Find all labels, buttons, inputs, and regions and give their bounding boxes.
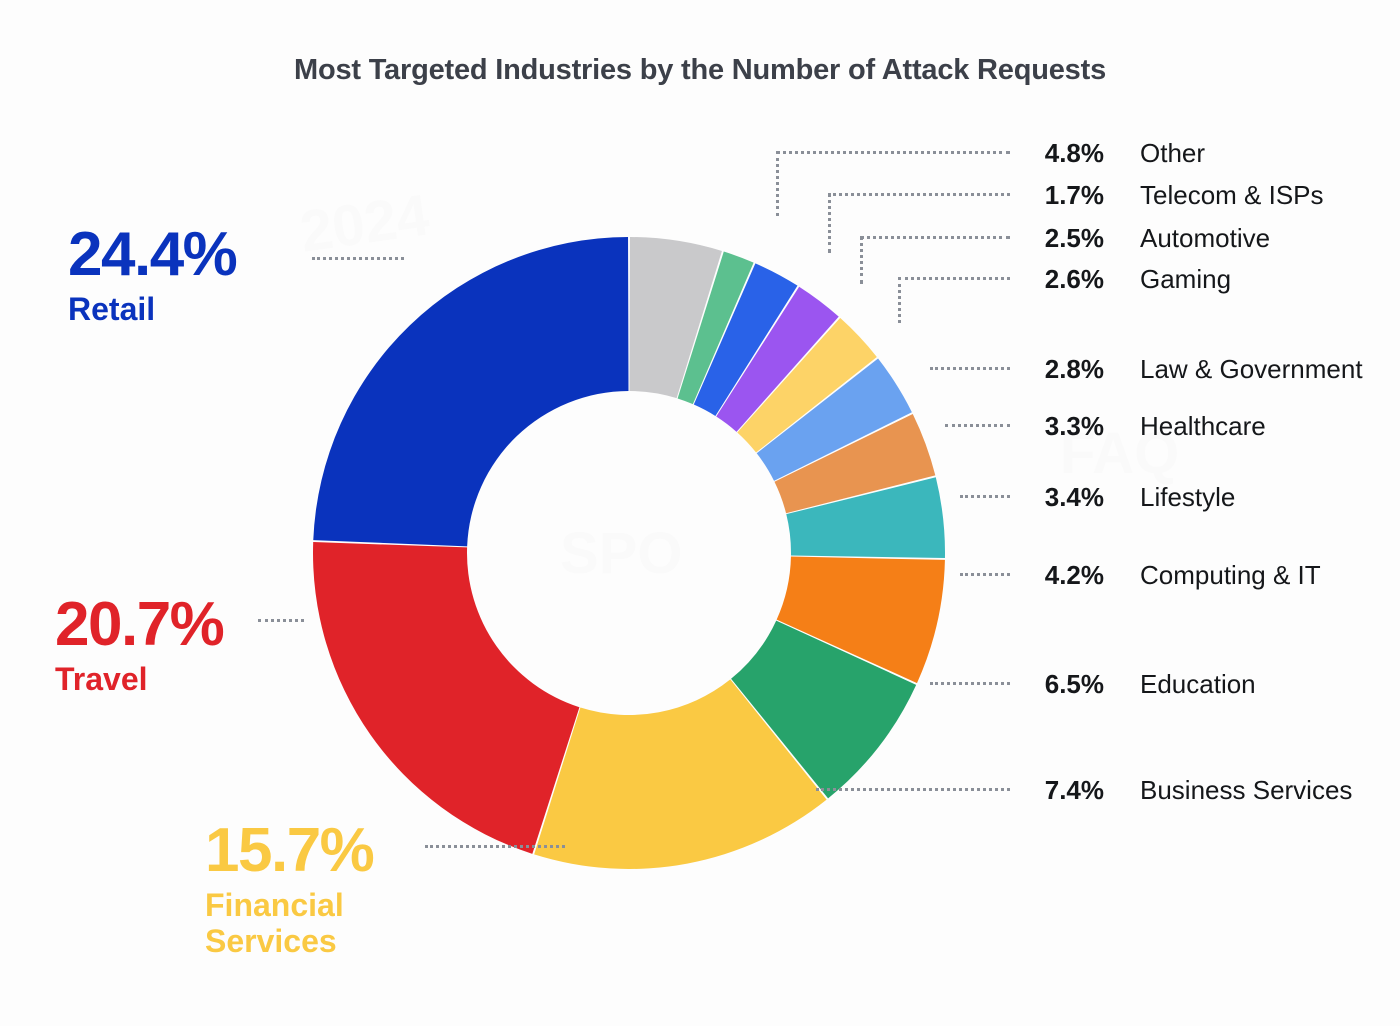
chart-canvas: 2024 SPO FAQ Most Targeted Industries by… (0, 0, 1400, 1026)
leader-line-retail (312, 257, 404, 260)
legend-row-law-government[interactable]: 2.8% Law & Government (1018, 354, 1363, 385)
legend-percent: 4.8% (1044, 138, 1104, 168)
legend-percent: 4.2% (1044, 560, 1104, 590)
callout-label-line1: Financial (205, 887, 344, 923)
leader-line-law (930, 367, 1010, 370)
callout-retail[interactable]: 24.4% Retail (68, 220, 238, 328)
legend-label: Education (1140, 669, 1256, 699)
leader-line-other (776, 151, 1010, 154)
legend-percent: 2.8% (1044, 354, 1104, 384)
legend-row-other[interactable]: 4.8% Other (1018, 138, 1205, 169)
leader-line-other-vertical (776, 151, 779, 216)
legend-row-education[interactable]: 6.5% Education (1018, 669, 1256, 700)
donut-chart (313, 237, 945, 869)
callout-label-line2: Services (205, 922, 337, 959)
legend-label: Healthcare (1140, 411, 1266, 441)
legend-label: Gaming (1140, 264, 1232, 294)
leader-line-gaming (898, 277, 1010, 280)
legend-percent: 7.4% (1044, 775, 1104, 805)
legend-percent: 3.4% (1044, 482, 1104, 512)
leader-line-financial (425, 845, 565, 848)
leader-line-computing (960, 573, 1010, 576)
legend-percent: 1.7% (1044, 180, 1104, 210)
legend-percent: 2.6% (1044, 264, 1104, 294)
page-title: Most Targeted Industries by the Number o… (293, 54, 1106, 86)
leader-line-automotive (860, 236, 1010, 239)
callout-travel[interactable]: 20.7% Travel (55, 590, 225, 698)
legend-label: Business Services (1140, 775, 1353, 805)
legend-label: Other (1140, 138, 1206, 168)
leader-line-business (816, 788, 1010, 791)
callout-percent: 24.4% (68, 220, 238, 289)
legend-label: Automotive (1140, 223, 1271, 253)
leader-line-automotive-vertical (860, 236, 863, 284)
legend-percent: 2.5% (1044, 223, 1104, 253)
legend-percent: 3.3% (1044, 411, 1104, 441)
donut-slice-travel[interactable] (313, 542, 580, 854)
legend-row-telecom[interactable]: 1.7% Telecom & ISPs (1018, 180, 1324, 211)
donut-slice-retail[interactable] (313, 237, 629, 547)
callout-financial-services[interactable]: 15.7% Financial Services (205, 816, 375, 960)
leader-line-education (930, 682, 1010, 685)
callout-percent: 20.7% (55, 590, 225, 659)
donut-svg (313, 237, 945, 869)
legend-row-computing-it[interactable]: 4.2% Computing & IT (1018, 560, 1321, 591)
legend-percent: 6.5% (1044, 669, 1104, 699)
legend-row-business-services[interactable]: 7.4% Business Services (1018, 775, 1353, 806)
legend-row-healthcare[interactable]: 3.3% Healthcare (1018, 411, 1266, 442)
leader-line-travel (258, 619, 304, 622)
leader-line-telecom-vertical (828, 193, 831, 253)
legend-label: Lifestyle (1140, 482, 1236, 512)
callout-label: Retail (68, 291, 156, 327)
leader-line-lifestyle (960, 495, 1010, 498)
legend-label: Computing & IT (1140, 560, 1321, 590)
callout-percent: 15.7% (205, 816, 375, 885)
legend-row-lifestyle[interactable]: 3.4% Lifestyle (1018, 482, 1236, 513)
legend-label: Telecom & ISPs (1140, 180, 1324, 210)
legend-label: Law & Government (1140, 354, 1363, 384)
legend-row-automotive[interactable]: 2.5% Automotive (1018, 223, 1270, 254)
leader-line-healthcare (945, 424, 1010, 427)
legend-row-gaming[interactable]: 2.6% Gaming (1018, 264, 1231, 295)
leader-line-telecom (828, 193, 1010, 196)
callout-label: Travel (55, 661, 148, 697)
leader-line-gaming-vertical (898, 277, 901, 323)
